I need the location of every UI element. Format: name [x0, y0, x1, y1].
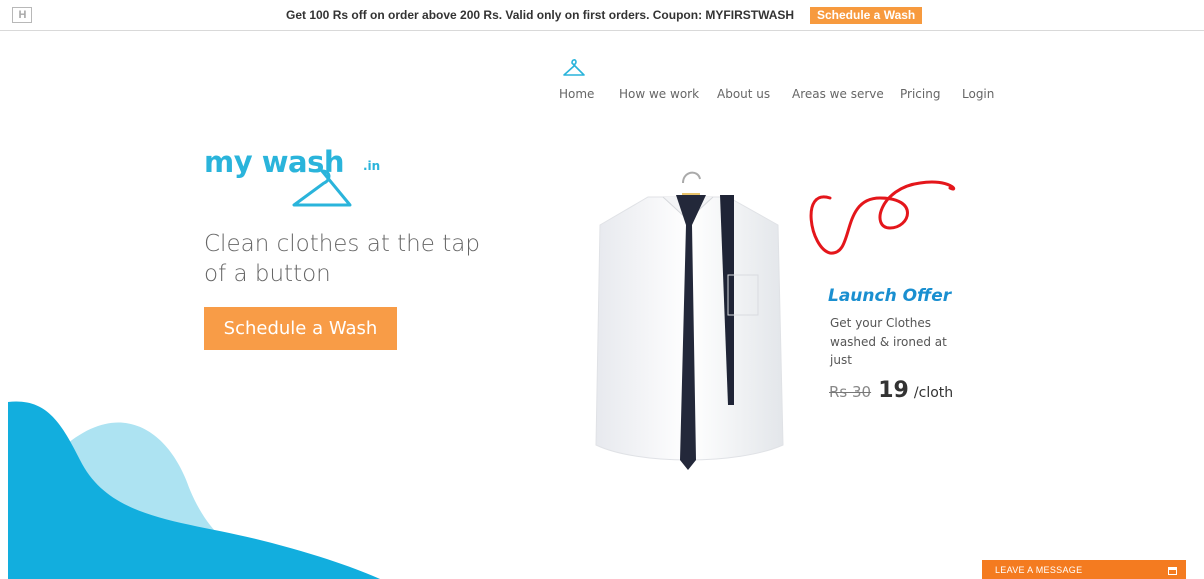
leave-message-label: LEAVE A MESSAGE	[995, 565, 1083, 575]
brand-logo: my wash .in	[204, 145, 404, 211]
nav-item-login[interactable]: Login	[962, 87, 994, 101]
new-price: 19	[878, 378, 909, 403]
hero-tagline: Clean clothes at the tap of a button	[204, 231, 480, 287]
nav-item-areas-we-serve[interactable]: Areas we serve	[792, 87, 900, 101]
shirt-illustration	[595, 171, 784, 470]
offer-price: Rs 30 19 /cloth	[829, 378, 953, 403]
offer-title: Launch Offer	[828, 286, 952, 306]
price-unit: /cloth	[913, 385, 954, 401]
maximize-icon[interactable]	[1168, 567, 1177, 575]
leave-message-widget[interactable]: LEAVE A MESSAGE	[982, 560, 1186, 579]
nav-item-how-we-work[interactable]: How we work	[619, 87, 717, 101]
site-logo-icon[interactable]: H	[12, 7, 32, 23]
promo-bar: H Get 100 Rs off on order above 200 Rs. …	[0, 0, 1204, 31]
brand-suffix: .in	[363, 159, 381, 173]
nav-item-home[interactable]: Home	[559, 87, 619, 101]
promo-schedule-button[interactable]: Schedule a Wash	[810, 7, 923, 24]
nav-item-about-us[interactable]: About us	[717, 87, 792, 101]
promo-text: Get 100 Rs off on order above 200 Rs. Va…	[286, 8, 795, 22]
hanger-icon	[292, 169, 352, 207]
hanger-icon[interactable]	[562, 57, 586, 79]
offer-text: Get your Clothes washed & ironed at just	[830, 316, 947, 367]
ribbon-decoration	[809, 180, 956, 255]
old-price: Rs 30	[829, 383, 872, 401]
schedule-wash-button[interactable]: Schedule a Wash	[204, 307, 397, 350]
nav-item-pricing[interactable]: Pricing	[900, 87, 962, 101]
main-nav: Home How we work About us Areas we serve…	[559, 87, 994, 101]
decorative-waves	[8, 401, 380, 579]
